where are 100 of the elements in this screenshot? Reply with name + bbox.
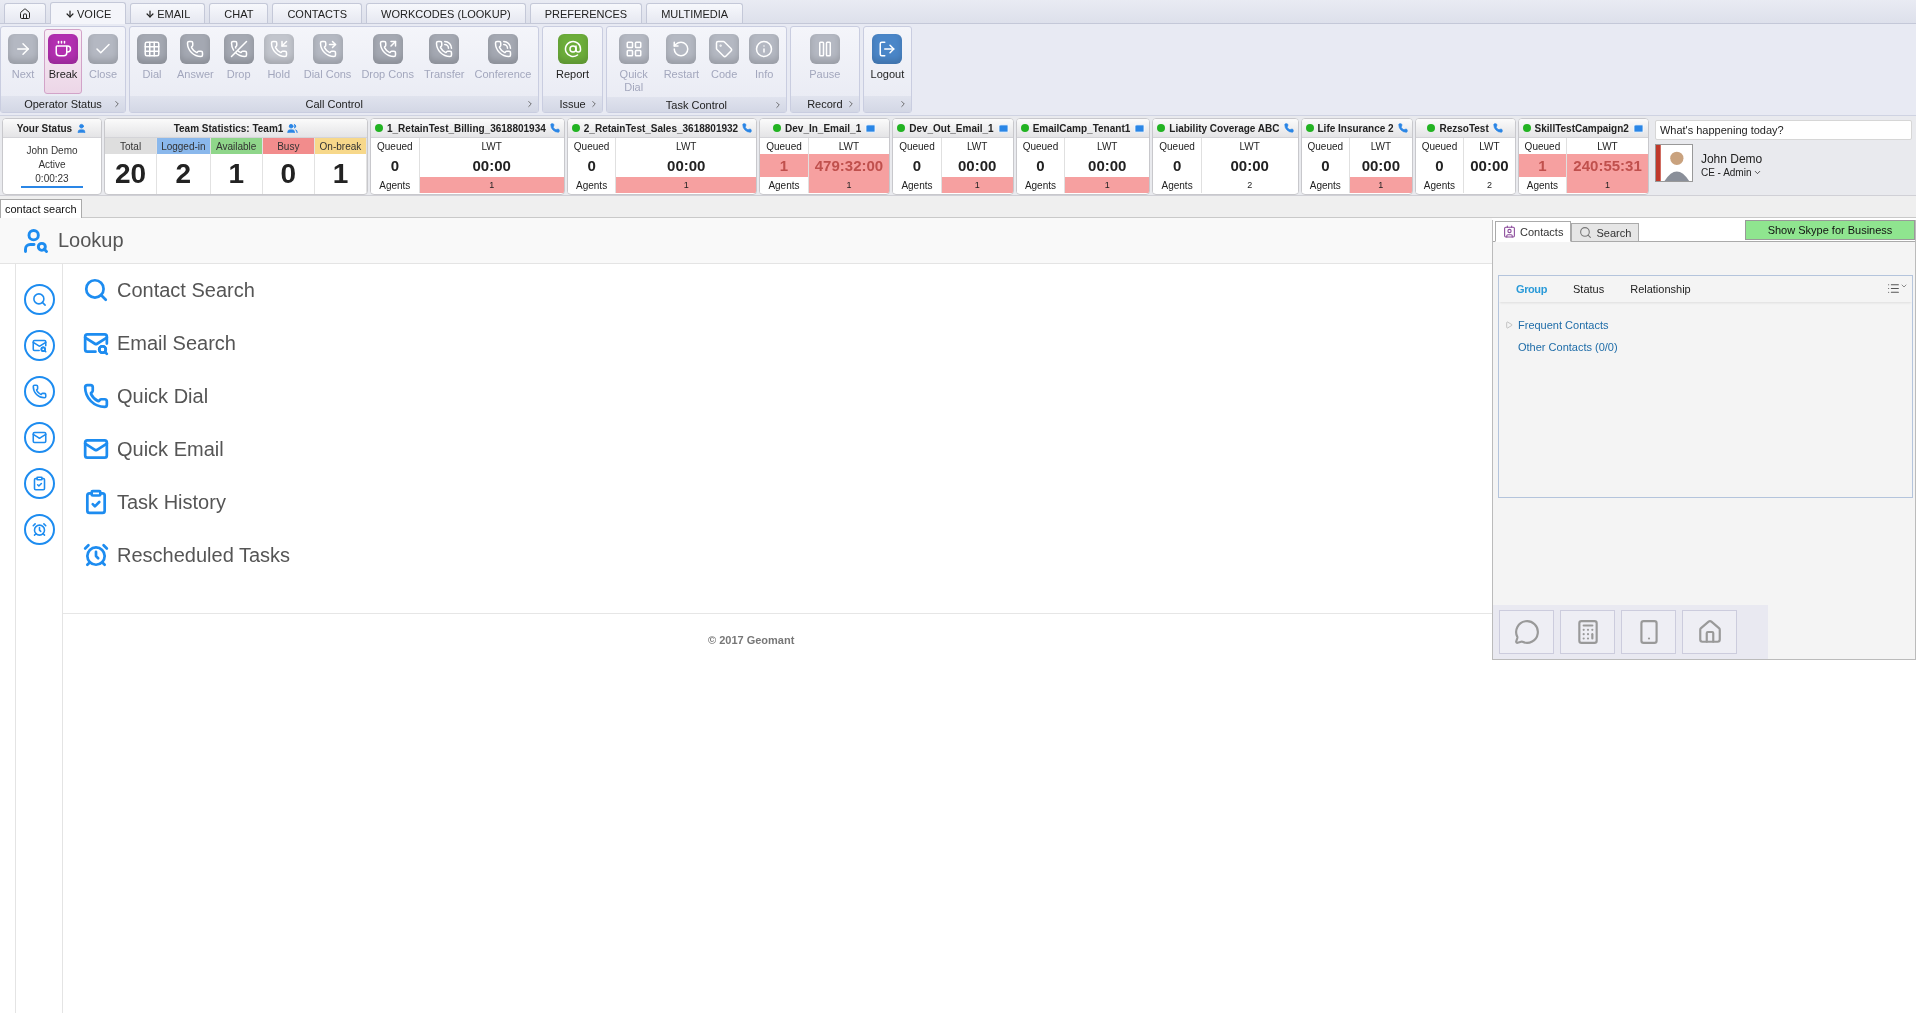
- agent-count: 2: [1463, 177, 1515, 193]
- phone-icon[interactable]: [23, 376, 55, 407]
- expand-icon[interactable]: [1505, 321, 1513, 329]
- panel-title: Team Statistics: Team1: [173, 122, 284, 134]
- agent-name: John Demo: [26, 144, 78, 158]
- user-role[interactable]: CE - Admin: [1700, 166, 1763, 178]
- filter-tab[interactable]: Relationship: [1630, 283, 1691, 295]
- wait-time: 240:55:31: [1566, 154, 1648, 177]
- status-timer: 0:00:23: [21, 172, 83, 188]
- nav-tab[interactable]: WORKCODES (LOOKUP): [366, 3, 526, 23]
- phone-icon: [549, 123, 560, 133]
- lookup-item[interactable]: Email Search: [81, 325, 1492, 361]
- nav-tab[interactable]: CONTACTS: [272, 3, 363, 23]
- user-icon: [76, 122, 88, 134]
- queue-name: Dev_Out_Email_1: [909, 122, 994, 134]
- agent-count: 1: [807, 177, 890, 193]
- queued-count: 1: [760, 154, 808, 177]
- group-label: Call Control: [305, 98, 363, 110]
- lookup-item[interactable]: Quick Dial: [81, 378, 1492, 414]
- panel-title: Your Status: [16, 122, 73, 134]
- toolbar-button[interactable]: Logout: [866, 29, 909, 94]
- nav-tab[interactable]: VOICE: [50, 2, 127, 24]
- dock-button[interactable]: [1560, 610, 1615, 654]
- queue-name: 1_RetainTest_Billing_3618801934: [387, 122, 546, 134]
- queue-name: Life Insurance 2: [1317, 122, 1394, 134]
- group-label: Task Control: [665, 98, 727, 111]
- phone-icon: [1283, 123, 1294, 133]
- lookup-item[interactable]: Quick Email: [81, 431, 1492, 467]
- group-label: Record: [807, 98, 843, 110]
- alarm-clock-icon[interactable]: [23, 514, 55, 545]
- contact-group[interactable]: Other Contacts (0/0): [1499, 341, 1912, 353]
- avatar: [1654, 144, 1693, 182]
- page-tab[interactable]: contact search: [0, 199, 82, 218]
- user-search-icon: [22, 226, 50, 255]
- group-label: Operator Status: [24, 98, 102, 110]
- phone-icon: [81, 383, 111, 409]
- queue-name: RezsoTest: [1439, 122, 1489, 134]
- agent-count: 1: [1349, 177, 1412, 193]
- queue-name: 2_RetainTest_Sales_3618801932: [583, 122, 739, 134]
- filter-tab[interactable]: Status: [1573, 283, 1605, 295]
- dock-button[interactable]: [1499, 610, 1554, 654]
- nav-tab[interactable]: PREFERENCES: [529, 3, 643, 23]
- agent-count: 1: [1566, 177, 1648, 193]
- stat-label: Total: [105, 138, 157, 154]
- stat-value: 20: [114, 157, 148, 191]
- agent-count: 1: [940, 177, 1013, 193]
- status-input-field[interactable]: What's happening today?: [1654, 120, 1912, 140]
- queue-name: Liability Coverage ABC: [1169, 122, 1280, 134]
- stat-value: 0: [279, 157, 298, 191]
- stat-value: 2: [174, 157, 193, 191]
- panel-tab[interactable]: Search: [1571, 223, 1640, 241]
- agent-count: 2: [1200, 177, 1298, 193]
- email-search-icon[interactable]: [23, 330, 55, 361]
- clipboard-icon[interactable]: [23, 468, 55, 499]
- wait-time: 479:32:00: [807, 154, 890, 177]
- stat-label: Logged-in: [157, 138, 210, 154]
- queue-name: Dev_In_Email_1: [785, 122, 862, 134]
- stat-label: Busy: [262, 138, 314, 154]
- stat-label: On-break: [314, 138, 366, 154]
- alarm-clock-icon: [81, 542, 111, 568]
- group-label: Issue: [559, 98, 586, 110]
- nav-tab[interactable]: CHAT: [209, 3, 269, 23]
- queue-name: SkillTestCampaign2: [1534, 122, 1629, 134]
- phone-icon: [1397, 123, 1408, 133]
- arrow-icon: [145, 8, 156, 19]
- lookup-item[interactable]: Rescheduled Tasks: [81, 537, 1492, 573]
- chat-logo-icon: [1513, 619, 1540, 645]
- toolbar-button[interactable]: Report: [552, 29, 594, 94]
- agent-count: 1: [1064, 177, 1150, 193]
- dock-button[interactable]: [1682, 610, 1737, 654]
- nav-tab[interactable]: EMAIL: [130, 3, 206, 23]
- home-tab[interactable]: [4, 3, 46, 23]
- agent-state: Active: [38, 158, 66, 172]
- contact-card-icon: [1503, 225, 1516, 238]
- stat-value: 1: [227, 157, 245, 191]
- home-icon: [19, 7, 31, 20]
- queue-name: EmailCamp_Tenant1: [1032, 122, 1131, 134]
- agent-count: 1: [418, 177, 564, 193]
- section-title: Lookup: [58, 229, 124, 252]
- contact-group[interactable]: Frequent Contacts: [1499, 319, 1912, 331]
- panel-tab[interactable]: Contacts: [1495, 221, 1572, 242]
- search-icon[interactable]: [23, 284, 55, 315]
- dock-button[interactable]: [1621, 610, 1676, 654]
- email-search-icon: [81, 330, 111, 356]
- phone-icon: [1492, 123, 1503, 133]
- toolbar-button[interactable]: Break: [44, 29, 82, 94]
- stat-value: 1: [331, 157, 350, 191]
- stat-label: Available: [210, 138, 262, 154]
- expand-icon[interactable]: [112, 99, 122, 109]
- lookup-item[interactable]: Contact Search: [81, 272, 1492, 308]
- queued-count: 1: [1518, 154, 1567, 177]
- arrow-icon: [65, 8, 75, 19]
- copyright-text: © 2017 Geomant: [708, 634, 795, 646]
- nav-tab[interactable]: MULTIMEDIA: [646, 3, 744, 23]
- list-view-icon[interactable]: [1887, 282, 1908, 295]
- user-name: John Demo: [1700, 151, 1763, 166]
- lookup-item[interactable]: Task History: [81, 484, 1492, 520]
- group-icon: [287, 122, 299, 134]
- home-icon: [1696, 619, 1723, 645]
- skype-button[interactable]: Show Skype for Business: [1745, 220, 1915, 240]
